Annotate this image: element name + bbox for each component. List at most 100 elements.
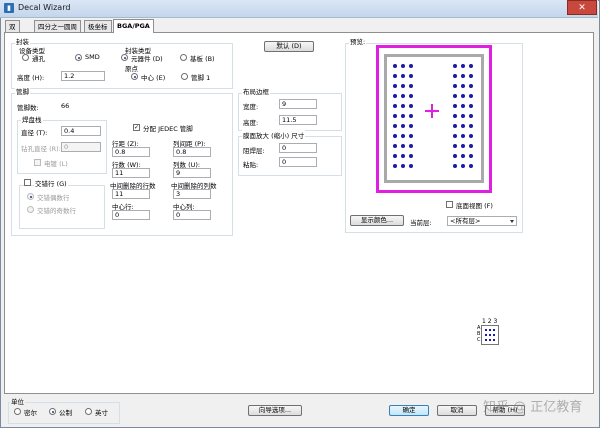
pad-dot <box>409 94 413 98</box>
pad-dot <box>401 104 405 108</box>
drill-input[interactable]: 0 <box>61 142 101 152</box>
jedec-checkbox[interactable]: ✓ <box>133 124 140 131</box>
current-layer-value: <所有层> <box>450 217 481 225</box>
pad-dot <box>393 164 397 168</box>
pad-dot <box>409 144 413 148</box>
outline-height-input[interactable]: 11.5 <box>279 115 317 125</box>
wizard-options-button[interactable]: 向导选项... <box>248 405 302 416</box>
pad-dot <box>393 114 397 118</box>
pad-dot <box>409 84 413 88</box>
pad-dot <box>409 154 413 158</box>
pad-dot <box>401 94 405 98</box>
pad-dot <box>401 164 405 168</box>
legend-row-labels: A B C <box>477 325 481 343</box>
mask-expand-label: 膜面放大 (缩小) 尺寸 <box>242 130 306 140</box>
legend-grid-icon <box>481 325 499 345</box>
current-layer-label: 当前层: <box>410 219 432 227</box>
through-hole-label: 通孔 <box>32 55 45 63</box>
pin-count-label: 管脚数: <box>17 104 39 112</box>
tab-bga-pga[interactable]: BGA/PGA <box>113 19 154 33</box>
plated-label: 电镀 (L) <box>44 160 68 168</box>
radio-stagger-even[interactable] <box>27 193 34 200</box>
solder-mask-label: 阻焊层: <box>243 147 265 155</box>
col-spacing-input[interactable]: 0.8 <box>173 147 211 157</box>
pad-dot <box>401 144 405 148</box>
stagger-odd-label: 交错的奇数行 <box>37 207 76 215</box>
legend-col-labels: 1 2 3 <box>482 318 498 325</box>
ok-button[interactable]: 确定 <box>389 405 429 416</box>
row-spacing-input[interactable]: 0.8 <box>112 147 150 157</box>
default-button[interactable]: 默认 (D) <box>264 41 314 52</box>
cancel-button[interactable]: 取消 <box>437 405 477 416</box>
origin-label: 原点 <box>125 65 138 73</box>
pad-stack-label: 焊盘栈 <box>21 114 43 124</box>
pad-dot <box>461 104 465 108</box>
height-input[interactable]: 1.2 <box>61 71 105 81</box>
display-colors-button[interactable]: 显示颜色... <box>350 215 404 226</box>
pad-dot <box>469 64 473 68</box>
pad-dot <box>461 64 465 68</box>
mid-cols-input[interactable]: 3 <box>173 189 211 199</box>
pad-dot <box>453 114 457 118</box>
unit-inch-label: 英寸 <box>95 409 108 417</box>
pad-dot <box>469 104 473 108</box>
bottom-view-checkbox[interactable] <box>446 201 453 208</box>
diameter-input[interactable]: 0.4 <box>61 126 101 136</box>
center-col-input[interactable]: 0 <box>173 210 211 220</box>
pad-dot <box>453 64 457 68</box>
watermark-text: 知乎 @ 正亿教育 <box>483 400 583 415</box>
current-layer-dropdown[interactable]: <所有层> <box>447 216 517 226</box>
pad-dot <box>393 104 397 108</box>
stagger-even-label: 交错偶数行 <box>37 194 70 202</box>
placement-outline-label: 布局边框 <box>242 86 270 96</box>
body-outline <box>384 54 484 183</box>
cols-input[interactable]: 9 <box>173 168 211 178</box>
radio-stagger-odd[interactable] <box>27 206 34 213</box>
radio-smd[interactable] <box>75 54 82 61</box>
pin-index-legend: 1 2 3 A B C <box>477 318 516 350</box>
pad-dot <box>453 104 457 108</box>
rows-input[interactable]: 11 <box>112 168 150 178</box>
outline-width-input[interactable]: 9 <box>279 99 317 109</box>
chevron-down-icon <box>510 220 514 223</box>
diameter-label: 直径 (T): <box>21 129 48 137</box>
mid-rows-input[interactable]: 11 <box>112 189 150 199</box>
pad-dot <box>453 154 457 158</box>
plated-checkbox[interactable] <box>34 159 41 166</box>
units-label: 单位 <box>10 396 25 406</box>
pad-dot <box>461 124 465 128</box>
pad-dot <box>393 94 397 98</box>
radio-origin-center[interactable] <box>131 73 138 80</box>
pad-dot <box>469 144 473 148</box>
pad-dot <box>409 114 413 118</box>
drill-label: 钻孔直径 (R): <box>21 145 61 153</box>
stagger-label: 交错行 (G) <box>34 178 68 188</box>
board-label: 基板 (B) <box>190 55 215 63</box>
pad-dot <box>453 144 457 148</box>
pad-dot <box>469 134 473 138</box>
app-icon: ▮ <box>4 3 14 13</box>
pad-dot <box>393 124 397 128</box>
pad-dot <box>461 134 465 138</box>
radio-board[interactable] <box>180 54 187 61</box>
pad-dot <box>393 64 397 68</box>
stagger-checkbox[interactable] <box>24 179 31 186</box>
origin-cross-icon <box>425 104 439 118</box>
pad-dot <box>393 74 397 78</box>
title-bar: ▮ Decal Wizard ✕ <box>0 0 598 18</box>
solder-mask-input[interactable]: 0 <box>279 143 317 153</box>
radio-origin-pin1[interactable] <box>181 73 188 80</box>
pad-dot <box>453 74 457 78</box>
paste-input[interactable]: 0 <box>279 157 317 167</box>
close-icon[interactable]: ✕ <box>567 0 597 15</box>
radio-component[interactable] <box>121 54 128 61</box>
radio-unit-inch[interactable] <box>85 408 92 415</box>
pad-dot <box>409 74 413 78</box>
pad-dot <box>393 154 397 158</box>
radio-unit-metric[interactable] <box>49 408 56 415</box>
radio-unit-mil[interactable] <box>14 408 21 415</box>
unit-mil-label: 密尔 <box>24 409 37 417</box>
pad-dot <box>469 74 473 78</box>
center-row-input[interactable]: 0 <box>112 210 150 220</box>
radio-through-hole[interactable] <box>22 54 29 61</box>
